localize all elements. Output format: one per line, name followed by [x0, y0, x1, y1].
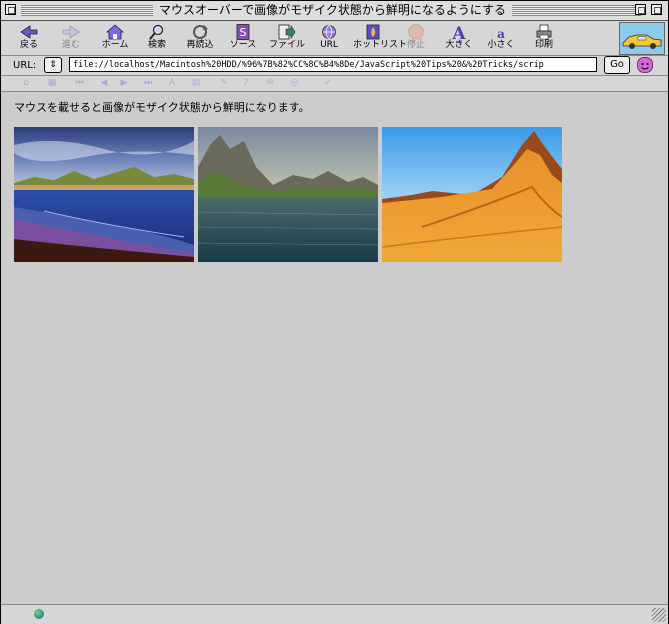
- source-icon: S: [236, 24, 250, 40]
- larger-text-button[interactable]: A 大きく: [439, 22, 479, 54]
- seascape-beach-photo[interactable]: [14, 127, 194, 262]
- back-arrow-icon: [20, 25, 38, 39]
- reload-button[interactable]: 再読込: [180, 22, 220, 54]
- close-box-icon[interactable]: [5, 4, 16, 15]
- description-text: マウスを載せると画像がモザイク状態から鮮明になります。: [14, 101, 310, 114]
- home-icon: [106, 24, 124, 40]
- hotlist-icon: [366, 24, 380, 40]
- search-button[interactable]: 検索: [137, 22, 177, 54]
- nav-first-icon: ⏮: [75, 78, 85, 88]
- toolbar: 戻る 進む ホーム 検索 再読込 S ソース ファイル URL ホットリスト 停…: [1, 21, 668, 56]
- stop-button[interactable]: 停止: [396, 22, 436, 54]
- larger-text-label: 大きく: [445, 40, 473, 50]
- url-input[interactable]: file://localhost/Macintosh%20HDD/%96%7B%…: [69, 57, 597, 72]
- file-label: ファイル: [268, 40, 305, 50]
- file-icon: [278, 24, 296, 40]
- title-bar[interactable]: マウスオーバーで画像がモザイク状態から鮮明になるようにする: [1, 1, 668, 21]
- search-label: 検索: [147, 40, 166, 50]
- nav-grid-icon: ▦: [47, 78, 57, 88]
- source-label: ソース: [229, 40, 257, 50]
- text-larger-icon: A: [451, 24, 466, 40]
- smaller-text-label: 小さく: [487, 40, 515, 50]
- nav-search-icon: ◎: [290, 78, 298, 88]
- desert-mountain-photo[interactable]: [382, 127, 562, 262]
- stop-icon: [408, 24, 424, 40]
- url-button[interactable]: URL: [309, 22, 349, 54]
- mountain-lake-photo[interactable]: [198, 127, 378, 262]
- nav-next-icon: ▶: [120, 78, 128, 88]
- nav-text-icon: A: [168, 78, 176, 88]
- collapse-box-icon[interactable]: [651, 4, 662, 15]
- url-globe-icon: [322, 25, 336, 39]
- url-bar: URL: ⇕ file://localhost/Macintosh%20HDD/…: [1, 56, 668, 76]
- nav-check-icon: ✓: [324, 78, 332, 88]
- hotlist-label: ホットリスト: [353, 40, 408, 50]
- back-button[interactable]: 戻る: [9, 22, 49, 54]
- reload-label: 再読込: [186, 40, 214, 50]
- nav-prev-icon: ◀: [100, 78, 108, 88]
- svg-text:A: A: [451, 24, 466, 40]
- svg-text:a: a: [497, 27, 505, 40]
- nav-help-icon: ?: [243, 78, 249, 88]
- nav-last-icon: ⏭: [143, 78, 153, 88]
- forward-arrow-icon: [62, 25, 80, 39]
- url-label: URL: [320, 40, 338, 50]
- resize-grip-icon[interactable]: [652, 608, 666, 622]
- nav-home-icon: ⌂: [23, 78, 29, 88]
- page-content: マウスを載せると画像がモザイク状態から鮮明になります。: [4, 92, 664, 603]
- hotlist-button[interactable]: ホットリスト: [353, 22, 408, 54]
- source-button[interactable]: S ソース: [223, 22, 263, 54]
- forward-label: 進む: [61, 40, 80, 50]
- print-button[interactable]: 印刷: [524, 22, 564, 54]
- url-history-selector[interactable]: ⇕: [44, 57, 62, 73]
- back-label: 戻る: [19, 40, 38, 50]
- navigation-strip: ⌂ ▦ ⏮ ◀ ▶ ⏭ A ▤ ✎ ? ✉ ◎ ✓: [1, 76, 668, 92]
- forward-button[interactable]: 進む: [51, 22, 91, 54]
- print-label: 印刷: [534, 40, 553, 50]
- svg-text:S: S: [240, 26, 247, 39]
- file-button[interactable]: ファイル: [267, 22, 307, 54]
- go-button[interactable]: Go: [604, 56, 630, 74]
- nav-mail-icon: ✉: [266, 78, 274, 88]
- smaller-text-button[interactable]: a 小さく: [481, 22, 521, 54]
- home-label: ホーム: [101, 40, 129, 50]
- stop-label: 停止: [406, 40, 425, 50]
- reload-icon: [193, 25, 208, 39]
- smiley-face-icon[interactable]: [637, 57, 653, 73]
- browser-window: マウスオーバーで画像がモザイク状態から鮮明になるようにする 戻る 進む ホーム …: [0, 0, 669, 624]
- url-label-text: URL:: [13, 60, 37, 71]
- status-bar: [1, 604, 668, 624]
- text-smaller-icon: a: [497, 27, 505, 40]
- print-icon: [536, 24, 552, 40]
- car-logo-icon: [622, 34, 662, 49]
- window-title: マウスオーバーで画像がモザイク状態から鮮明になるようにする: [153, 2, 513, 19]
- globe-status-icon: [34, 609, 44, 619]
- zoom-box-icon[interactable]: [635, 4, 646, 15]
- search-icon: [149, 24, 164, 40]
- nav-edit-icon: ✎: [220, 78, 228, 88]
- home-button[interactable]: ホーム: [95, 22, 135, 54]
- browser-logo[interactable]: [619, 22, 665, 55]
- nav-list-icon: ▤: [191, 78, 201, 88]
